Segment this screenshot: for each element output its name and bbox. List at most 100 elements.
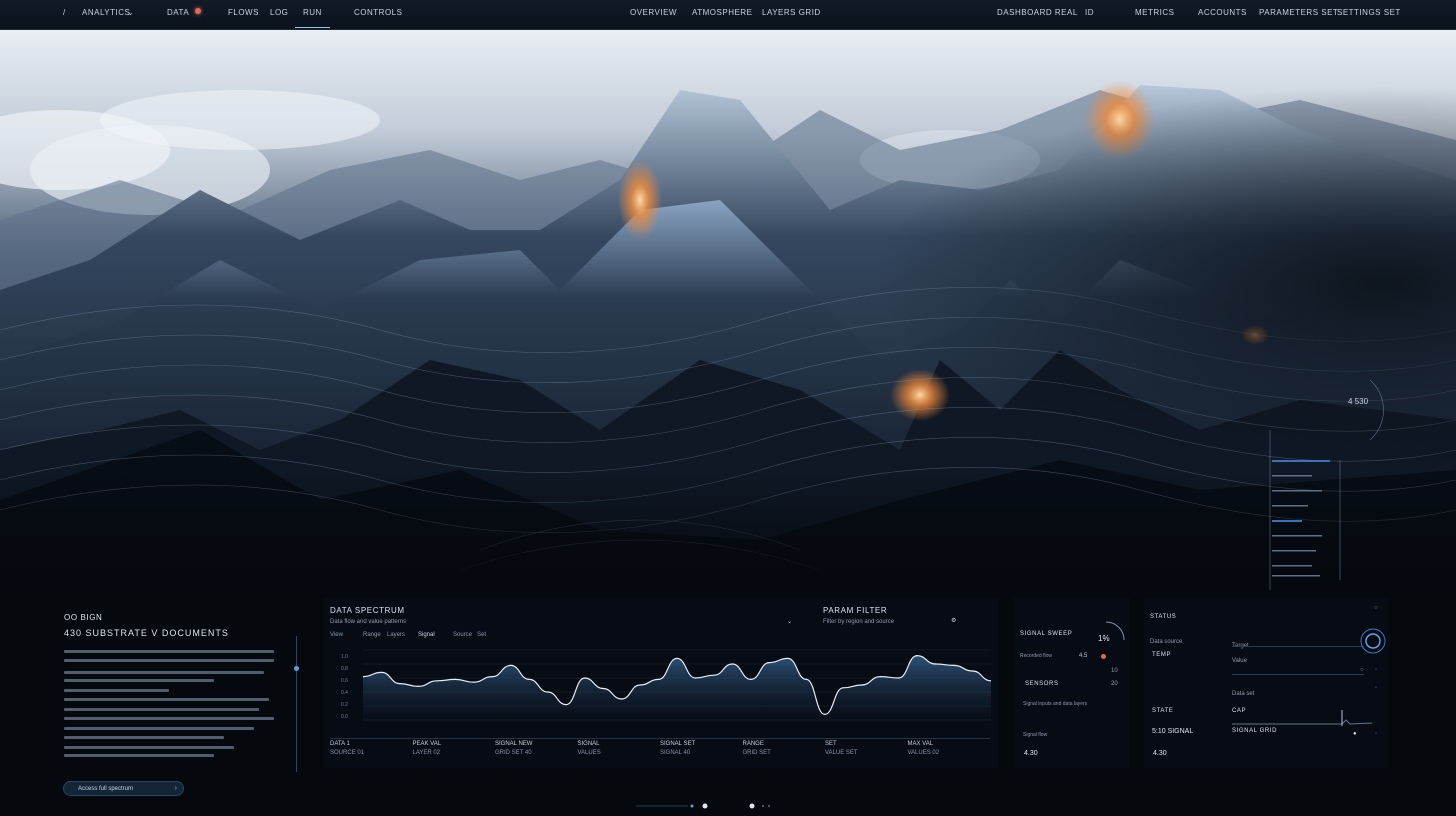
nav-item-overview[interactable]: OVERVIEW [630, 8, 677, 17]
text-line [64, 717, 274, 720]
nav-item-layers[interactable]: LAYERS GRID [762, 8, 821, 17]
status-value: 5:10 SIGNAL [1152, 728, 1194, 735]
data-point [399, 683, 401, 685]
tab-source[interactable]: Source [453, 632, 472, 638]
data-point [657, 678, 660, 680]
status-item: Value [1232, 658, 1247, 664]
data-point [491, 676, 493, 678]
metric-r2: 20 [1111, 681, 1118, 687]
divider [296, 636, 297, 772]
data-point [454, 678, 456, 680]
y-tick: 0.4 [341, 690, 348, 696]
text-line [64, 650, 274, 653]
footer-label: DATA 1 [330, 741, 350, 747]
toggle-icon[interactable]: ● [1353, 731, 1357, 737]
toggle-icon[interactable]: ◦ [1375, 667, 1377, 673]
metric-bottom-value: 4.30 [1024, 750, 1038, 757]
filter-subtitle: Filter by region and source [823, 619, 895, 625]
text-line [64, 679, 214, 682]
status-value: 4.30 [1153, 750, 1167, 757]
data-point [953, 664, 955, 666]
top-navigation: / ANALYTICS ⌄ DATA FLOWS LOG RUN CONTROL… [0, 0, 1456, 30]
footer-label: RANGE [742, 741, 764, 747]
data-point [768, 662, 770, 664]
sensors-line1: Signal inputs and data layers [1023, 701, 1088, 707]
status-item: Data set [1232, 691, 1255, 697]
tab-set[interactable]: Set [477, 632, 486, 638]
nav-item-controls[interactable]: CONTROLS [354, 8, 402, 17]
nav-item-parameters[interactable]: PARAMETERS SET [1259, 8, 1338, 17]
nav-item-atmosphere[interactable]: ATMOSPHERE [692, 8, 752, 17]
tab-range[interactable]: Range [363, 632, 381, 638]
nav-item-data[interactable]: DATA [167, 8, 189, 17]
nav-item-id[interactable]: ID [1085, 8, 1094, 17]
hud-readout: 4 530 [1348, 397, 1369, 406]
chevron-right-icon: › [174, 785, 177, 792]
text-line [64, 727, 254, 730]
nav-item-accounts[interactable]: ACCOUNTS [1198, 8, 1247, 17]
data-point [436, 680, 438, 682]
status-label: STATE [1152, 708, 1174, 714]
footer-label: SIGNAL [577, 741, 600, 747]
footer-label: SIGNAL SET [660, 741, 696, 747]
data-point [934, 663, 937, 665]
pagination[interactable] [636, 802, 776, 810]
data-point [713, 674, 715, 676]
intro-tag: OO BIGN [64, 613, 103, 622]
data-point [694, 677, 697, 679]
footer-value: GRID SET [742, 750, 771, 756]
divider [330, 738, 990, 739]
metrics-panel: SIGNAL SWEEP 1% Recorded flow 4.5 10 SEN… [1013, 598, 1130, 768]
nav-item-settings[interactable]: SETTINGS SET [1337, 8, 1401, 17]
settings-icon[interactable]: ⚙ [951, 617, 956, 624]
toggle-icon[interactable]: ○ [1360, 667, 1364, 673]
text-line [64, 736, 224, 739]
tab-layers[interactable]: Layers [387, 632, 405, 638]
sensors-line2: Signal flow [1023, 732, 1048, 738]
nav-item-log[interactable]: LOG [270, 8, 288, 17]
toggle-icon[interactable]: ◦ [1375, 685, 1377, 691]
data-point [584, 677, 586, 679]
nav-item-run[interactable]: RUN [295, 8, 330, 28]
divider [1232, 646, 1364, 647]
y-tick: 0.6 [341, 678, 348, 684]
status-item: Data source [1150, 639, 1183, 645]
data-point [971, 670, 974, 672]
metric-r1: 10 [1111, 668, 1118, 674]
footer-value: VALUES [577, 750, 601, 756]
toggle-icon[interactable]: ◦ [1375, 731, 1377, 737]
data-point [750, 678, 752, 680]
y-tick: 0.8 [341, 666, 348, 672]
footer-value: LAYER 02 [412, 750, 441, 756]
hero-landscape [0, 30, 1456, 592]
data-point [510, 664, 512, 666]
filter-title: PARAM FILTER [823, 606, 888, 615]
footer-label: MAX VAL [907, 741, 934, 747]
text-line [64, 746, 234, 749]
tab-signal[interactable]: Signal [418, 632, 435, 638]
scroll-indicator[interactable] [294, 666, 299, 671]
footer-value: GRID SET 40 [495, 750, 532, 756]
footer-label: SET [825, 741, 837, 747]
data-point [861, 684, 863, 686]
data-point [731, 663, 734, 665]
nav-item-dashboard[interactable]: DASHBOARD REAL [997, 8, 1078, 17]
tab-view[interactable]: View [330, 632, 343, 638]
hud-scope [1269, 379, 1384, 590]
access-button[interactable]: Access full spectrum › [63, 781, 184, 796]
text-line [64, 754, 214, 757]
knob-icon[interactable] [1358, 626, 1388, 656]
data-point [787, 657, 789, 659]
nav-item-flows[interactable]: FLOWS [228, 8, 259, 17]
info-icon[interactable]: ○ [1374, 605, 1378, 611]
nav-item-analytics[interactable]: ANALYTICS [82, 8, 130, 17]
data-point [565, 704, 567, 706]
chevron-down-icon[interactable]: ⌄ [127, 8, 134, 17]
data-point [639, 684, 641, 686]
nav-item-metrics[interactable]: METRICS [1135, 8, 1175, 17]
data-point [916, 655, 918, 657]
chart-subtitle: Data flow and value patterns [330, 619, 407, 625]
pen-icon[interactable]: / [63, 8, 66, 17]
data-point [620, 698, 623, 700]
chevron-down-icon[interactable]: ⌄ [787, 618, 792, 625]
